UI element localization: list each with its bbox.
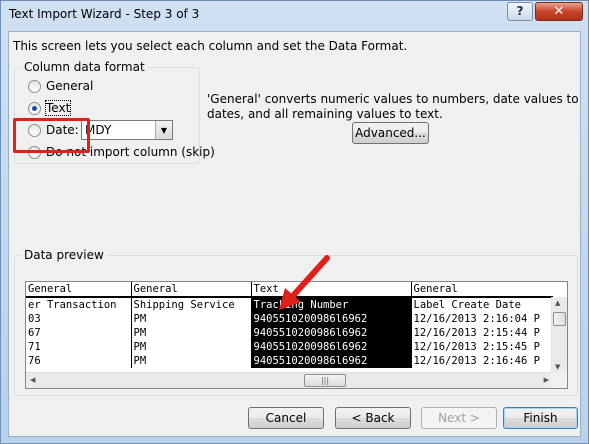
table-cell[interactable]: 9405510200986l6962: [251, 354, 412, 368]
vertical-scroll-thumb[interactable]: [553, 312, 566, 326]
table-cell[interactable]: PM: [131, 354, 252, 368]
table-cell[interactable]: Label Create Date: [411, 297, 553, 312]
scroll-left-icon[interactable]: ◀: [30, 376, 35, 384]
intro-text: This screen lets you select each column …: [13, 39, 408, 53]
radio-text-label: Text: [44, 100, 72, 116]
radio-general-button[interactable]: [28, 79, 41, 93]
chevron-down-icon[interactable]: ▼: [155, 121, 172, 139]
table-cell[interactable]: er Transaction: [26, 297, 132, 312]
table-cell[interactable]: 9405510200986l6962: [251, 340, 412, 354]
title-bar[interactable]: Text Import Wizard - Step 3 of 3 ? ✕: [1, 1, 588, 31]
preview-horizontal-scrollbar[interactable]: ◀ ||| ▶: [26, 372, 553, 388]
table-cell[interactable]: 12/16/2013 2:16:04 P: [411, 312, 553, 326]
back-button-label: < Back: [351, 411, 395, 425]
table-row: 03 PM 9405510200986l6962 12/16/2013 2:16…: [26, 312, 553, 326]
radio-general-label: General: [46, 79, 94, 93]
scroll-right-icon[interactable]: ▶: [544, 376, 549, 384]
table-cell[interactable]: PM: [131, 326, 252, 340]
table-cell[interactable]: Shipping Service: [131, 297, 252, 312]
table-cell[interactable]: 12/16/2013 2:15:45 P: [411, 340, 553, 354]
radio-text-button[interactable]: [28, 101, 41, 115]
advanced-button[interactable]: Advanced...: [352, 122, 429, 144]
column-data-format-label: Column data format: [21, 60, 148, 74]
back-button[interactable]: < Back: [335, 407, 411, 429]
table-cell[interactable]: 67: [26, 326, 132, 340]
cancel-button[interactable]: Cancel: [248, 407, 324, 429]
data-preview-label: Data preview: [21, 248, 107, 262]
next-button[interactable]: Next >: [421, 407, 497, 429]
table-row: 71 PM 9405510200986l6962 12/16/2013 2:15…: [26, 340, 553, 354]
table-cell[interactable]: 12/16/2013 2:15:44 P: [411, 326, 553, 340]
radio-text[interactable]: Text: [28, 100, 72, 116]
table-cell[interactable]: PM: [131, 340, 252, 354]
column-header[interactable]: General: [411, 282, 553, 298]
table-cell[interactable]: 71: [26, 340, 132, 354]
preview-vertical-scrollbar[interactable]: ▲ ▼: [551, 297, 567, 373]
column-header[interactable]: General: [131, 282, 252, 298]
column-header[interactable]: General: [26, 282, 132, 298]
scrollbar-corner: [551, 372, 567, 388]
dialog-body: This screen lets you select each column …: [8, 31, 581, 437]
table-cell[interactable]: 03: [26, 312, 132, 326]
table-cell[interactable]: 9405510200986l6962: [251, 326, 412, 340]
table-cell[interactable]: 76: [26, 354, 132, 368]
red-arrow-annotation: [279, 255, 330, 310]
cancel-button-label: Cancel: [265, 411, 307, 425]
table-cell[interactable]: 9405510200986l6962: [251, 312, 412, 326]
next-button-label: Next >: [438, 411, 480, 425]
scroll-up-icon[interactable]: ▲: [555, 299, 560, 307]
table-cell[interactable]: 12/16/2013 2:16:46 P: [411, 354, 553, 368]
table-row: 76 PM 9405510200986l6962 12/16/2013 2:16…: [26, 354, 553, 368]
radio-general[interactable]: General: [28, 78, 93, 94]
advanced-button-label: Advanced...: [355, 126, 426, 140]
finish-button-label: Finish: [523, 411, 558, 425]
horizontal-scroll-thumb[interactable]: |||: [304, 374, 346, 387]
table-cell[interactable]: PM: [131, 312, 252, 326]
scroll-down-icon[interactable]: ▼: [555, 363, 560, 371]
text-import-wizard-window: Text Import Wizard - Step 3 of 3 ? ✕ Thi…: [0, 0, 589, 444]
finish-button[interactable]: Finish: [503, 407, 578, 429]
help-button[interactable]: ?: [507, 2, 533, 21]
format-description: 'General' converts numeric values to num…: [207, 92, 579, 121]
text-option-highlight: [13, 118, 90, 153]
table-row: 67 PM 9405510200986l6962 12/16/2013 2:15…: [26, 326, 553, 340]
close-button[interactable]: ✕: [535, 2, 583, 21]
window-title: Text Import Wizard - Step 3 of 3: [9, 7, 200, 21]
date-format-select[interactable]: MDY ▼: [81, 120, 173, 140]
